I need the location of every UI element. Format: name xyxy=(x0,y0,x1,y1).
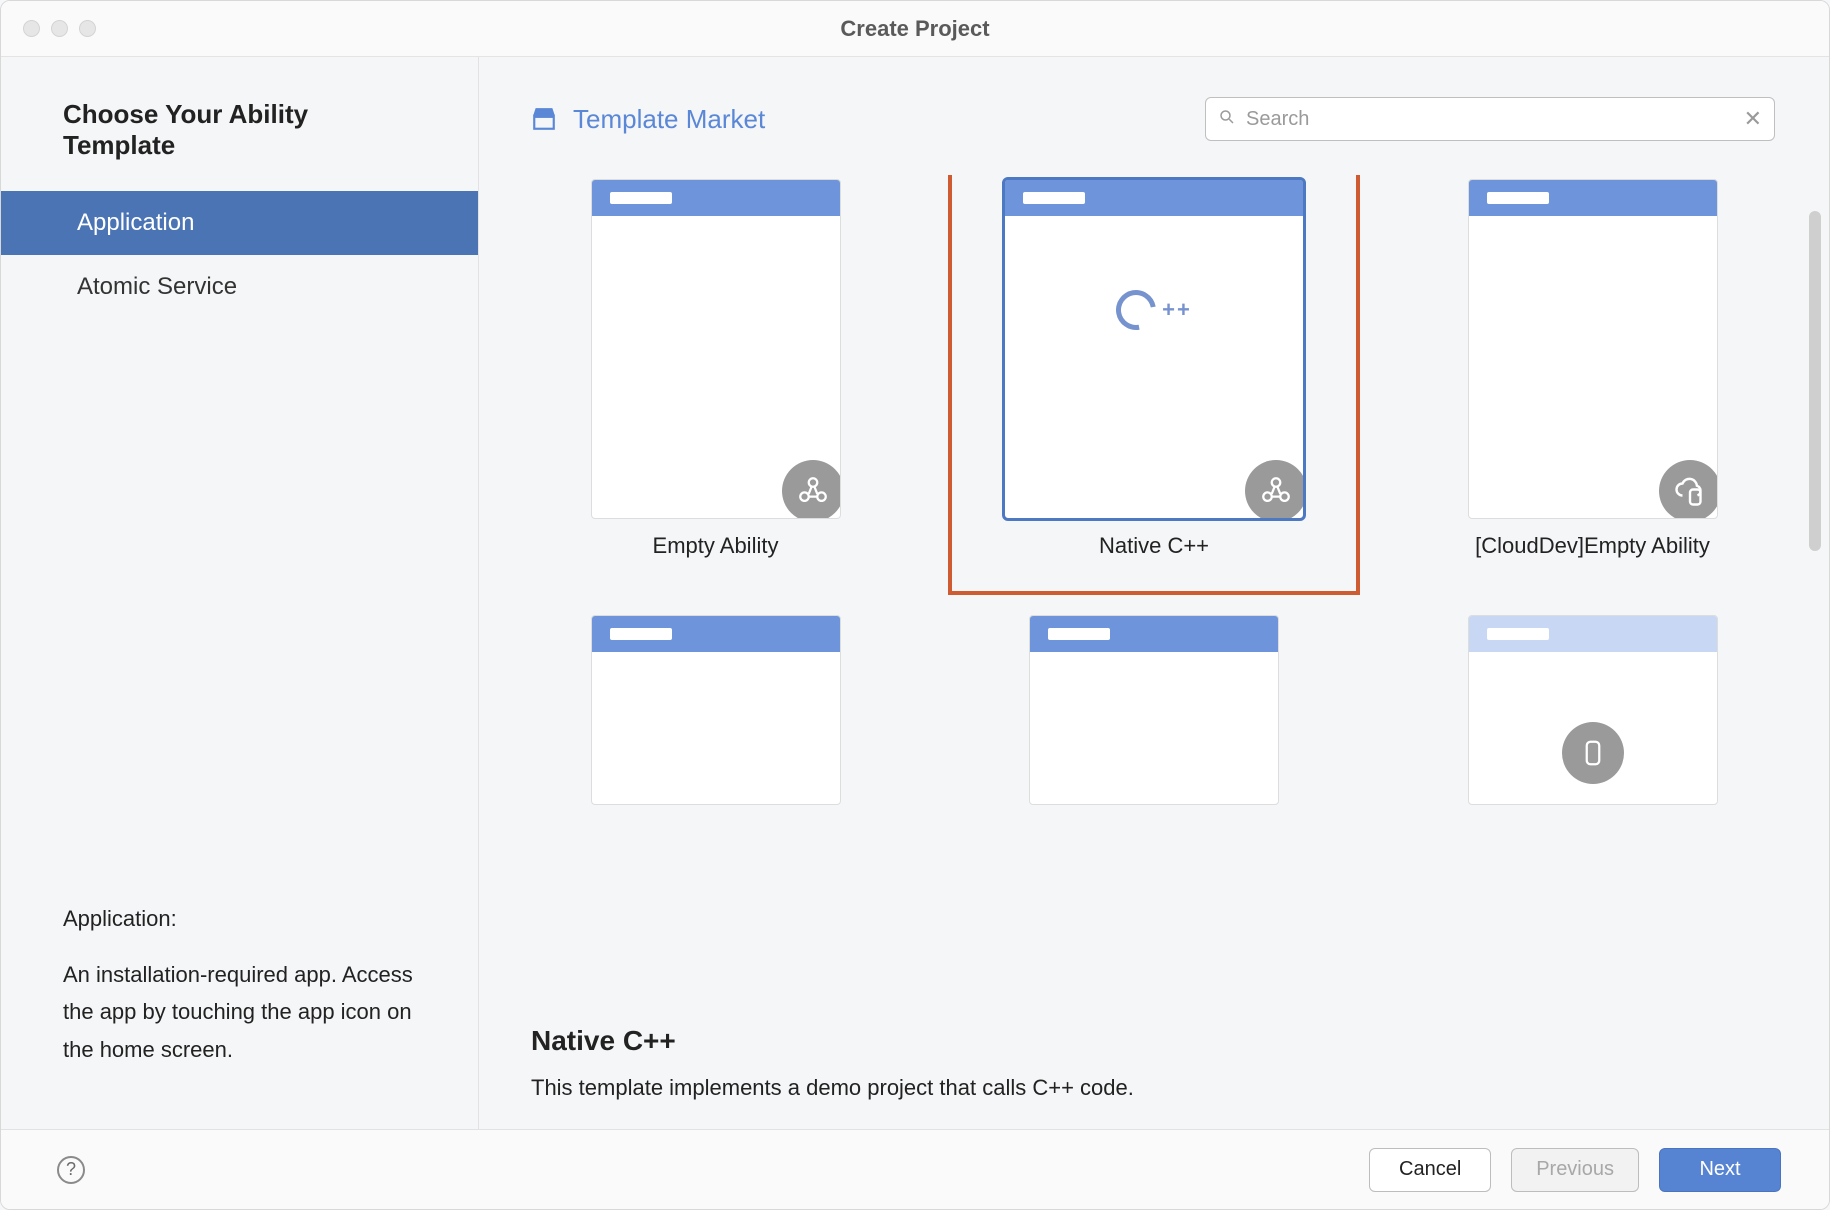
sidebar-description-title: Application: xyxy=(63,900,420,938)
template-thumbnail xyxy=(1468,615,1718,805)
close-window-icon[interactable] xyxy=(23,20,40,37)
minimize-window-icon[interactable] xyxy=(51,20,68,37)
window-title: Create Project xyxy=(1,16,1829,42)
sidebar: Choose Your Ability Template Application… xyxy=(1,57,479,1129)
window-controls xyxy=(1,20,96,37)
thumbnail-header xyxy=(1030,616,1278,652)
dialog-body: Choose Your Ability Template Application… xyxy=(1,57,1829,1129)
thumbnail-header xyxy=(592,616,840,652)
button-label: Cancel xyxy=(1399,1158,1461,1181)
thumbnail-header xyxy=(1005,180,1303,216)
main-topbar: Template Market ✕ xyxy=(531,97,1781,141)
detail-body: This template implements a demo project … xyxy=(531,1075,1781,1101)
template-thumbnail xyxy=(1468,179,1718,519)
titlebar: Create Project xyxy=(1,1,1829,57)
template-thumbnail xyxy=(591,179,841,519)
sidebar-description: Application: An installation-required ap… xyxy=(1,900,478,1129)
cpp-icon: ++ xyxy=(1005,290,1303,330)
sidebar-item-atomic-service[interactable]: Atomic Service xyxy=(1,255,478,319)
sidebar-item-application[interactable]: Application xyxy=(1,191,478,255)
search-input[interactable] xyxy=(1246,108,1744,131)
main-panel: Template Market ✕ xyxy=(479,57,1829,1129)
template-label: Empty Ability xyxy=(653,533,779,559)
thumbnail-header xyxy=(592,180,840,216)
page-title: Choose Your Ability Template xyxy=(1,99,478,191)
sidebar-item-label: Atomic Service xyxy=(77,273,237,301)
template-thumbnail xyxy=(591,615,841,805)
template-market-link[interactable]: Template Market xyxy=(531,104,765,135)
help-icon[interactable]: ? xyxy=(57,1156,85,1184)
next-button[interactable]: Next xyxy=(1659,1148,1781,1192)
thumbnail-header xyxy=(1469,616,1717,652)
template-label: Native C++ xyxy=(1099,533,1209,559)
detail-title: Native C++ xyxy=(531,1025,1781,1057)
phone-icon xyxy=(1562,722,1624,784)
cloud-device-icon xyxy=(1659,460,1718,519)
template-empty-ability[interactable]: Empty Ability xyxy=(567,179,864,559)
template-item[interactable] xyxy=(567,615,864,805)
thumbnail-header xyxy=(1469,180,1717,216)
template-native-cpp[interactable]: ++ Native C++ xyxy=(1004,179,1304,559)
template-label: [CloudDev]Empty Ability xyxy=(1475,533,1710,559)
scrollbar[interactable] xyxy=(1809,211,1821,551)
template-detail: Native C++ This template implements a de… xyxy=(531,1007,1781,1129)
template-grid: Empty Ability ++ Native C++ xyxy=(531,175,1781,805)
share-icon xyxy=(782,460,841,519)
sidebar-item-label: Application xyxy=(77,209,194,237)
button-label: Next xyxy=(1699,1158,1740,1181)
button-label: Previous xyxy=(1536,1158,1614,1181)
template-thumbnail: ++ xyxy=(1004,179,1304,519)
cancel-button[interactable]: Cancel xyxy=(1369,1148,1491,1192)
previous-button: Previous xyxy=(1511,1148,1639,1192)
store-icon xyxy=(531,106,557,132)
search-field[interactable]: ✕ xyxy=(1205,97,1775,141)
template-item[interactable] xyxy=(1444,615,1741,805)
create-project-window: Create Project Choose Your Ability Templ… xyxy=(0,0,1830,1210)
template-grid-wrap: Empty Ability ++ Native C++ xyxy=(531,175,1781,1007)
template-clouddev-empty-ability[interactable]: [CloudDev]Empty Ability xyxy=(1444,179,1741,559)
template-item[interactable] xyxy=(1004,615,1304,805)
zoom-window-icon[interactable] xyxy=(79,20,96,37)
search-icon xyxy=(1218,108,1236,131)
share-icon xyxy=(1245,460,1304,519)
template-market-label: Template Market xyxy=(573,104,765,135)
clear-search-icon[interactable]: ✕ xyxy=(1744,106,1762,132)
template-thumbnail xyxy=(1029,615,1279,805)
sidebar-description-body: An installation-required app. Access the… xyxy=(63,956,420,1069)
dialog-footer: ? Cancel Previous Next xyxy=(1,1129,1829,1209)
